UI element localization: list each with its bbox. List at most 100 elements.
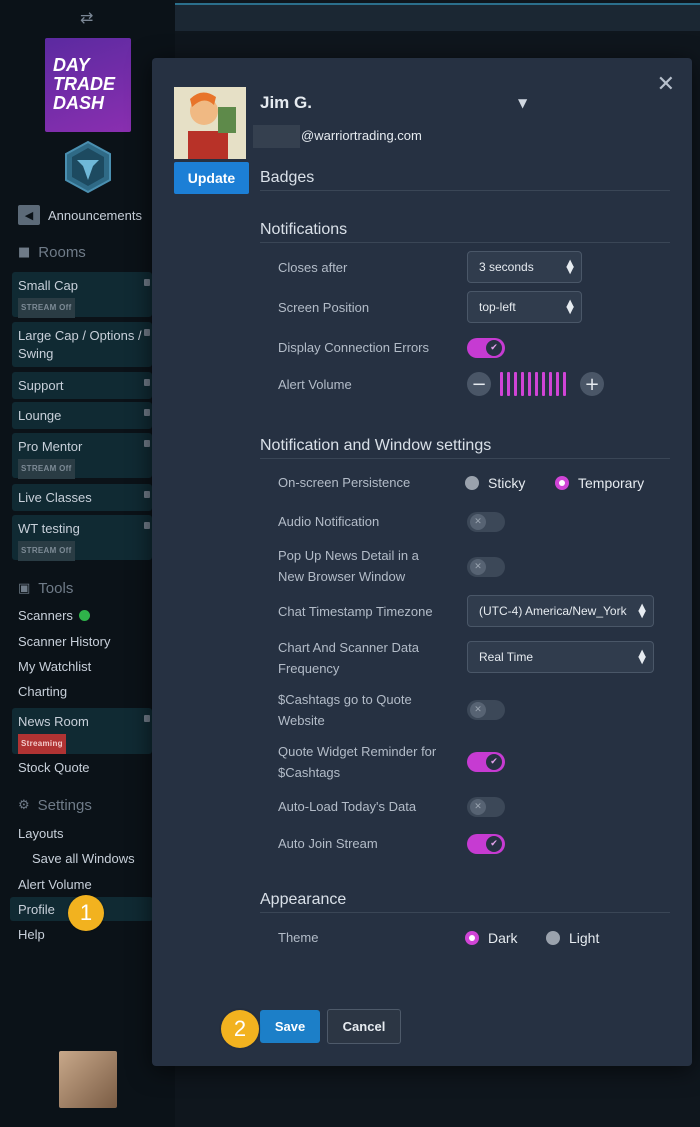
save-button[interactable]: Save bbox=[260, 1010, 320, 1043]
user-avatar[interactable] bbox=[59, 1051, 117, 1108]
popup-news-label: Pop Up News Detail in a New Browser Wind… bbox=[278, 548, 419, 584]
badges-title: Badges bbox=[260, 169, 670, 191]
check-icon: ✔ bbox=[486, 754, 502, 770]
sidebar-item-my-watchlist[interactable]: My Watchlist bbox=[18, 659, 91, 674]
settings-header: ⚙ Settings bbox=[18, 797, 92, 814]
sidebar-item-profile[interactable]: Profile bbox=[18, 902, 55, 917]
stream-off-badge: STREAM Off bbox=[18, 459, 75, 479]
sidebar-item-news-room[interactable]: News Room Streaming bbox=[12, 708, 152, 754]
step-1-badge: 1 bbox=[68, 895, 104, 931]
section-label: Settings bbox=[37, 797, 92, 814]
persistence-sticky-radio[interactable]: Sticky bbox=[465, 475, 525, 491]
sidebar-room-large-cap[interactable]: Large Cap / Options / Swing bbox=[12, 322, 152, 367]
select-arrows-icon: ▲ ▼ bbox=[566, 298, 574, 316]
volume-increase-button[interactable]: + bbox=[580, 372, 604, 396]
auto-join-toggle[interactable]: ✔ bbox=[467, 834, 505, 854]
online-status-dot bbox=[78, 610, 90, 621]
sidebar-item-layouts[interactable]: Layouts bbox=[18, 826, 64, 841]
user-name: Jim G. bbox=[260, 93, 312, 112]
select-arrows-icon: ▲ ▼ bbox=[638, 602, 646, 620]
popup-news-toggle[interactable]: ✕ bbox=[467, 557, 505, 577]
close-icon[interactable]: ✕ bbox=[657, 72, 675, 97]
radio-dot bbox=[465, 476, 479, 490]
sidebar-room-live-classes[interactable]: Live Classes bbox=[12, 484, 152, 511]
rooms-header: ■ Rooms bbox=[18, 244, 86, 261]
stream-off-badge: STREAM Off bbox=[18, 298, 75, 318]
update-avatar-button[interactable]: Update bbox=[174, 162, 249, 194]
logo-text-day: DAY bbox=[53, 55, 90, 75]
select-value: (UTC-4) America/New_York bbox=[479, 604, 627, 618]
check-icon: ✔ bbox=[486, 836, 502, 852]
select-arrows-icon: ▲ ▼ bbox=[566, 258, 574, 276]
closes-after-select[interactable]: 3 seconds ▲ ▼ bbox=[467, 251, 582, 283]
auto-load-toggle[interactable]: ✕ bbox=[467, 797, 505, 817]
user-email: @warriortrading.com bbox=[301, 128, 422, 143]
room-label: Live Classes bbox=[18, 490, 92, 505]
sidebar-item-charting[interactable]: Charting bbox=[18, 684, 67, 699]
theme-dark-radio[interactable]: Dark bbox=[465, 930, 518, 946]
sidebar-room-wt-testing[interactable]: WT testing STREAM Off bbox=[12, 515, 152, 561]
streaming-badge: Streaming bbox=[18, 734, 66, 754]
room-label: Support bbox=[18, 378, 64, 393]
profile-avatar bbox=[174, 87, 246, 159]
chat-icon bbox=[144, 715, 150, 722]
avatar-image bbox=[174, 87, 246, 159]
warrior-trading-logo bbox=[65, 140, 111, 194]
data-frequency-label: Chart And Scanner Data Frequency bbox=[278, 640, 419, 676]
cancel-button[interactable]: Cancel bbox=[327, 1009, 401, 1044]
room-label: Pro Mentor bbox=[18, 439, 83, 454]
alert-volume-slider[interactable] bbox=[500, 372, 566, 396]
sidebar-item-label: Scanners bbox=[18, 608, 73, 623]
sidebar-item-scanner-history[interactable]: Scanner History bbox=[18, 634, 110, 649]
room-label: WT testing bbox=[18, 521, 80, 536]
auto-load-label: Auto-Load Today's Data bbox=[278, 799, 417, 814]
sidebar-room-support[interactable]: Support bbox=[12, 372, 152, 399]
screen-position-label: Screen Position bbox=[278, 300, 370, 315]
profile-settings-modal: ✕ Update Jim G. ▼ @warriortrading.com Ba… bbox=[152, 58, 692, 1066]
audio-notification-toggle[interactable]: ✕ bbox=[467, 512, 505, 532]
chat-icon bbox=[144, 522, 150, 529]
radio-dot bbox=[546, 931, 560, 945]
theme-light-radio[interactable]: Light bbox=[546, 930, 599, 946]
x-icon: ✕ bbox=[470, 514, 486, 530]
sidebar-item-help[interactable]: Help bbox=[18, 927, 45, 942]
sidebar-room-lounge[interactable]: Lounge bbox=[12, 402, 152, 429]
closes-after-label: Closes after bbox=[278, 260, 348, 275]
chat-icon bbox=[144, 279, 150, 286]
chevron-down-icon[interactable]: ▼ bbox=[518, 96, 527, 110]
briefcase-icon: ▣ bbox=[18, 581, 31, 596]
sidebar-room-small-cap[interactable]: Small Cap STREAM Off bbox=[12, 272, 152, 318]
display-errors-toggle[interactable]: ✔ bbox=[467, 338, 505, 358]
radio-dot bbox=[465, 931, 479, 945]
check-icon: ✔ bbox=[486, 340, 502, 356]
volume-decrease-button[interactable]: − bbox=[467, 372, 491, 396]
sidebar-item-label: Announcements bbox=[48, 207, 142, 223]
step-2-badge: 2 bbox=[221, 1010, 259, 1048]
sidebar-room-pro-mentor[interactable]: Pro Mentor STREAM Off bbox=[12, 433, 152, 479]
sidebar-item-save-all-windows[interactable]: Save all Windows bbox=[32, 851, 135, 866]
select-arrows-icon: ▲ ▼ bbox=[638, 648, 646, 666]
x-icon: ✕ bbox=[470, 559, 486, 575]
data-frequency-select[interactable]: Real Time ▲ ▼ bbox=[467, 641, 654, 673]
timezone-select[interactable]: (UTC-4) America/New_York ▲ ▼ bbox=[467, 595, 654, 627]
sidebar-item-announcements[interactable]: ◀ Announcements bbox=[18, 205, 142, 225]
x-icon: ✕ bbox=[470, 799, 486, 815]
quote-widget-toggle[interactable]: ✔ bbox=[467, 752, 505, 772]
swap-arrows-icon[interactable]: ⇄ bbox=[80, 8, 93, 27]
tools-header: ▣ Tools bbox=[18, 580, 73, 597]
sidebar-item-stock-quote[interactable]: Stock Quote bbox=[18, 760, 90, 775]
chat-icon bbox=[144, 379, 150, 386]
room-label: Lounge bbox=[18, 408, 62, 423]
logo-text-dash: DASH bbox=[53, 93, 105, 113]
select-value: top-left bbox=[479, 300, 516, 314]
chat-icon bbox=[144, 329, 150, 336]
sidebar-item-scanners[interactable]: Scanners bbox=[18, 608, 90, 623]
persistence-temporary-radio[interactable]: Temporary bbox=[555, 475, 644, 491]
audio-notification-label: Audio Notification bbox=[278, 514, 380, 529]
quote-widget-label: Quote Widget Reminder for $Cashtags bbox=[278, 744, 437, 780]
cashtags-toggle[interactable]: ✕ bbox=[467, 700, 505, 720]
sidebar-item-alert-volume[interactable]: Alert Volume bbox=[18, 877, 92, 892]
select-value: 3 seconds bbox=[479, 260, 534, 274]
screen-position-select[interactable]: top-left ▲ ▼ bbox=[467, 291, 582, 323]
alert-volume-label: Alert Volume bbox=[278, 377, 352, 392]
